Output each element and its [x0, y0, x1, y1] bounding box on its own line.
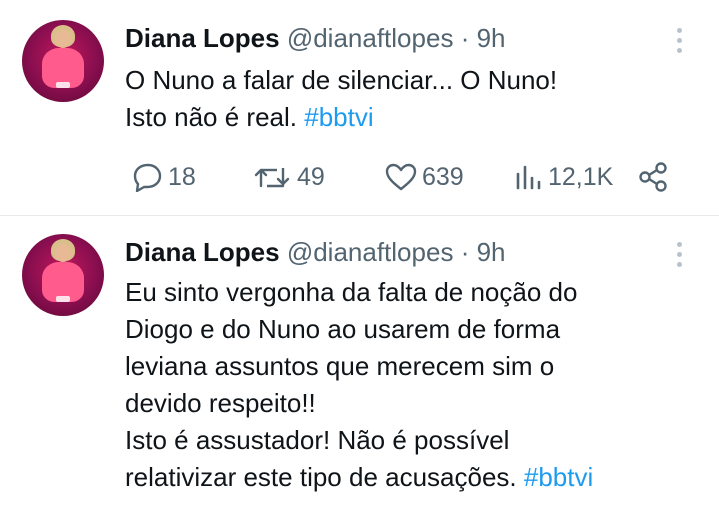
- author-handle[interactable]: @dianaftlopes: [287, 23, 454, 53]
- share-icon: [639, 162, 667, 192]
- like-button[interactable]: 639: [384, 160, 464, 194]
- tweet-text: Eu sinto vergonha da falta de noção do D…: [125, 274, 593, 496]
- avatar[interactable]: [22, 234, 104, 316]
- tweet-text-line: leviana assuntos que merecem sim o: [125, 351, 555, 381]
- timestamp[interactable]: 9h: [477, 23, 506, 53]
- separator: ·: [460, 23, 470, 53]
- tweet-text-line: Isto não é real.: [125, 102, 305, 132]
- tweet[interactable]: Diana Lopes @dianaftlopes · 9h O Nuno a …: [0, 0, 719, 216]
- more-vertical-icon[interactable]: [676, 28, 684, 58]
- share-button[interactable]: [636, 160, 674, 194]
- like-count: 639: [422, 162, 464, 191]
- heart-icon: [385, 163, 417, 191]
- tweet-header: Diana Lopes @dianaftlopes · 9h: [125, 21, 506, 55]
- reply-count: 18: [168, 162, 196, 191]
- tweet-text-line: O Nuno a falar de silenciar... O Nuno!: [125, 65, 558, 95]
- tweet-text-line: Isto é assustador! Não é possível: [125, 425, 510, 455]
- author-name[interactable]: Diana Lopes: [125, 23, 280, 53]
- tweet-actions: 18 49 639 12,1K: [0, 160, 719, 194]
- views-chart-icon: [516, 165, 541, 190]
- tweet[interactable]: Diana Lopes @dianaftlopes · 9h Eu sinto …: [0, 217, 719, 520]
- retweet-button[interactable]: 49: [253, 160, 325, 194]
- retweet-icon: [254, 168, 290, 188]
- tweet-text: O Nuno a falar de silenciar... O Nuno! I…: [125, 62, 557, 136]
- reply-icon: [133, 163, 162, 192]
- avatar[interactable]: [22, 20, 104, 102]
- author-handle[interactable]: @dianaftlopes: [287, 237, 454, 267]
- reply-button[interactable]: 18: [130, 160, 196, 194]
- author-name[interactable]: Diana Lopes: [125, 237, 280, 267]
- timestamp[interactable]: 9h: [477, 237, 506, 267]
- separator: ·: [460, 237, 470, 267]
- tweet-header: Diana Lopes @dianaftlopes · 9h: [125, 235, 506, 269]
- retweet-count: 49: [297, 162, 325, 191]
- tweet-text-line: devido respeito!!: [125, 388, 316, 418]
- views-button[interactable]: 12,1K: [512, 160, 613, 194]
- tweet-text-line: Diogo e do Nuno ao usarem de forma: [125, 314, 561, 344]
- tweet-text-line: Eu sinto vergonha da falta de noção do: [125, 277, 578, 307]
- hashtag-link[interactable]: #bbtvi: [524, 462, 593, 492]
- more-vertical-icon[interactable]: [676, 242, 684, 272]
- hashtag-link[interactable]: #bbtvi: [304, 102, 373, 132]
- tweet-text-line: relativizar este tipo de acusações.: [125, 462, 524, 492]
- tweet-divider: [0, 215, 719, 216]
- views-count: 12,1K: [548, 162, 614, 191]
